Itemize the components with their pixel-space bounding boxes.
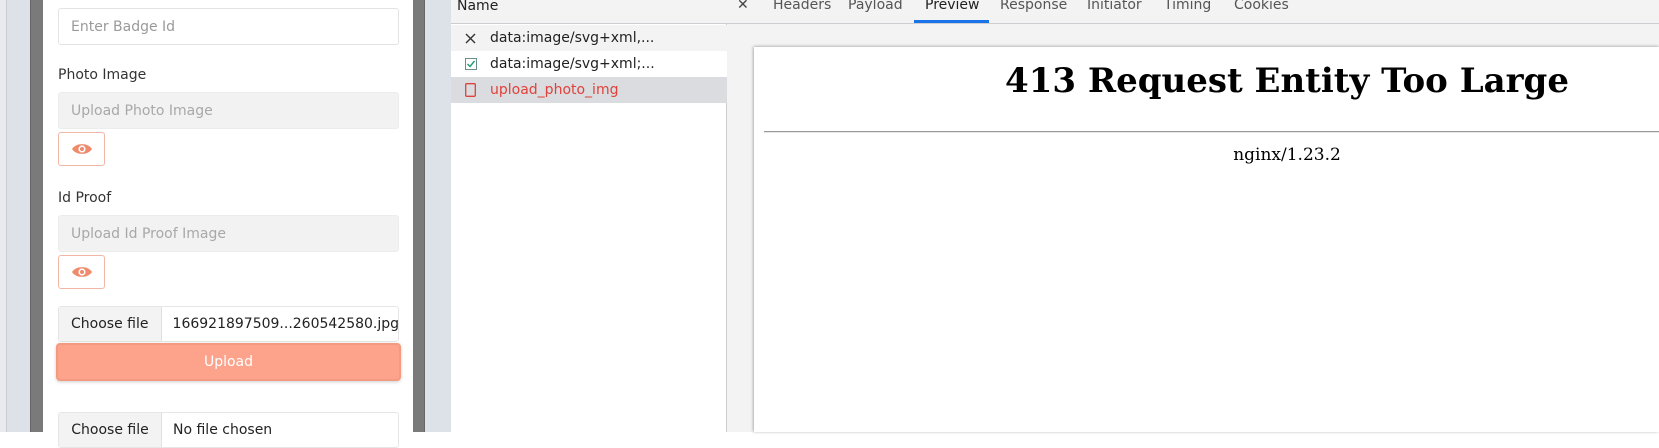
view-photo-button[interactable] — [58, 132, 105, 166]
upload-button[interactable]: Upload — [56, 343, 401, 381]
tab-timing[interactable]: Timing — [1164, 0, 1211, 13]
photo-image-placeholder: Upload Photo Image — [71, 102, 213, 119]
request-name: upload_photo_img — [490, 82, 619, 98]
chosen-file-name: 166921897509...260542580.jpg — [172, 316, 398, 332]
photo-image-label: Photo Image — [58, 67, 147, 83]
viewport-edge — [0, 0, 7, 432]
file-input-id-proof[interactable]: Choose file No file chosen — [58, 412, 399, 448]
request-row-error[interactable]: upload_photo_img — [451, 77, 727, 103]
badge-id-input[interactable]: Enter Badge Id — [58, 8, 399, 45]
tab-response[interactable]: Response — [1000, 0, 1067, 13]
tab-initiator[interactable]: Initiator — [1087, 0, 1142, 13]
preview-document: 413 Request Entity Too Large nginx/1.23.… — [754, 47, 1659, 432]
request-row[interactable]: data:image/svg+xml,... — [451, 25, 727, 51]
badge-id-placeholder: Enter Badge Id — [71, 18, 176, 35]
id-proof-placeholder: Upload Id Proof Image — [71, 225, 226, 242]
id-proof-input[interactable]: Upload Id Proof Image — [58, 215, 399, 252]
checkbox-icon — [464, 57, 477, 71]
choose-file-button[interactable]: Choose file — [59, 413, 162, 447]
no-file-chosen-text: No file chosen — [173, 422, 273, 438]
photo-image-input[interactable]: Upload Photo Image — [58, 92, 399, 129]
active-tab-indicator — [914, 20, 989, 23]
eye-icon — [71, 267, 92, 277]
close-icon — [464, 31, 477, 45]
server-signature: nginx/1.23.2 — [1233, 145, 1341, 165]
request-name: data:image/svg+xml;... — [490, 56, 655, 72]
file-input-photo[interactable]: Choose file 166921897509...260542580.jpg — [58, 306, 399, 342]
tab-preview[interactable]: Preview — [925, 0, 980, 13]
request-list: Name data:image/svg+xml,... data:image/s… — [451, 0, 727, 432]
tab-headers[interactable]: Headers — [773, 0, 831, 13]
name-column-label: Name — [457, 0, 499, 14]
request-row[interactable]: data:image/svg+xml;... — [451, 51, 727, 77]
app-viewport: Enter Badge Id Photo Image Upload Photo … — [0, 0, 451, 448]
request-name: data:image/svg+xml,... — [490, 30, 655, 46]
choose-file-button[interactable]: Choose file — [59, 307, 162, 341]
horizontal-rule — [764, 131, 1659, 133]
tab-cookies[interactable]: Cookies — [1234, 0, 1289, 13]
document-icon — [464, 83, 477, 97]
error-heading: 413 Request Entity Too Large — [1005, 61, 1569, 101]
close-details-icon[interactable]: ✕ — [737, 0, 749, 13]
eye-icon — [71, 144, 92, 154]
name-column-header[interactable]: Name — [451, 0, 727, 24]
id-proof-label: Id Proof — [58, 190, 112, 206]
detail-tab-bar: ✕ Headers Payload Preview Response Initi… — [727, 0, 1659, 24]
tab-payload[interactable]: Payload — [848, 0, 903, 13]
view-id-proof-button[interactable] — [58, 255, 105, 289]
